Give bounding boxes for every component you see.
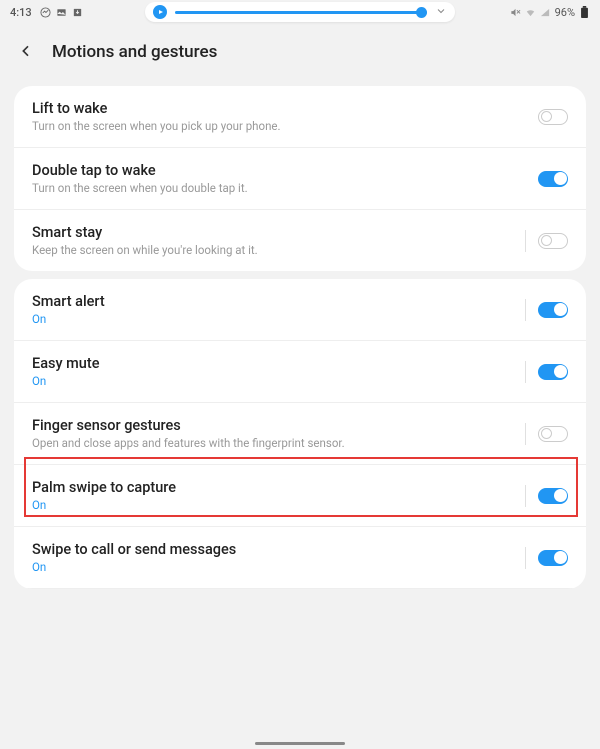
image-icon — [56, 6, 68, 18]
row-status: On — [32, 560, 525, 574]
divider — [525, 299, 526, 321]
battery-text: 96% — [555, 6, 575, 19]
row-palm-swipe-to-capture[interactable]: Palm swipe to capture On — [14, 465, 586, 527]
settings-card-2: Smart alert On Easy mute On Finger senso… — [14, 279, 586, 589]
toggle-swipe-to-call[interactable] — [538, 550, 568, 566]
row-double-tap-to-wake[interactable]: Double tap to wake Turn on the screen wh… — [14, 148, 586, 210]
media-slider[interactable] — [175, 11, 427, 14]
messenger-icon — [40, 6, 52, 18]
wifi-icon — [525, 6, 537, 18]
page-header: Motions and gestures — [0, 24, 600, 78]
chevron-down-icon[interactable] — [435, 5, 447, 20]
divider — [525, 423, 526, 445]
row-finger-sensor-gestures[interactable]: Finger sensor gestures Open and close ap… — [14, 403, 586, 465]
row-smart-stay[interactable]: Smart stay Keep the screen on while you'… — [14, 210, 586, 271]
row-title: Finger sensor gestures — [32, 417, 525, 434]
row-smart-alert[interactable]: Smart alert On — [14, 279, 586, 341]
back-icon[interactable] — [18, 40, 34, 64]
row-subtitle: Turn on the screen when you pick up your… — [32, 119, 538, 133]
row-subtitle: Open and close apps and features with th… — [32, 436, 525, 450]
status-time: 4:13 — [10, 6, 32, 19]
media-bar[interactable] — [145, 2, 455, 22]
toggle-easy-mute[interactable] — [538, 364, 568, 380]
row-swipe-to-call[interactable]: Swipe to call or send messages On — [14, 527, 586, 589]
toggle-smart-stay[interactable] — [538, 233, 568, 249]
signal-icon — [540, 6, 552, 18]
status-left: 4:13 — [10, 6, 84, 19]
divider — [525, 230, 526, 252]
row-title: Lift to wake — [32, 100, 538, 117]
row-title: Smart alert — [32, 293, 525, 310]
row-subtitle: Keep the screen on while you're looking … — [32, 243, 525, 257]
row-status: On — [32, 312, 525, 326]
download-icon — [72, 6, 84, 18]
row-lift-to-wake[interactable]: Lift to wake Turn on the screen when you… — [14, 86, 586, 148]
battery-icon — [578, 6, 590, 18]
row-title: Swipe to call or send messages — [32, 541, 525, 558]
home-indicator[interactable] — [255, 742, 345, 745]
toggle-palm-swipe-to-capture[interactable] — [538, 488, 568, 504]
row-subtitle: Turn on the screen when you double tap i… — [32, 181, 538, 195]
row-title: Palm swipe to capture — [32, 479, 525, 496]
toggle-lift-to-wake[interactable] — [538, 109, 568, 125]
status-right: 96% — [510, 6, 590, 19]
page-title: Motions and gestures — [52, 42, 217, 62]
settings-card-1: Lift to wake Turn on the screen when you… — [14, 86, 586, 271]
row-title: Double tap to wake — [32, 162, 538, 179]
divider — [525, 547, 526, 569]
toggle-finger-sensor-gestures[interactable] — [538, 426, 568, 442]
toggle-double-tap-to-wake[interactable] — [538, 171, 568, 187]
divider — [525, 361, 526, 383]
row-status: On — [32, 374, 525, 388]
row-status: On — [32, 498, 525, 512]
toggle-smart-alert[interactable] — [538, 302, 568, 318]
play-icon[interactable] — [153, 5, 167, 19]
row-title: Easy mute — [32, 355, 525, 372]
row-title: Smart stay — [32, 224, 525, 241]
row-easy-mute[interactable]: Easy mute On — [14, 341, 586, 403]
divider — [525, 485, 526, 507]
mute-icon — [510, 6, 522, 18]
